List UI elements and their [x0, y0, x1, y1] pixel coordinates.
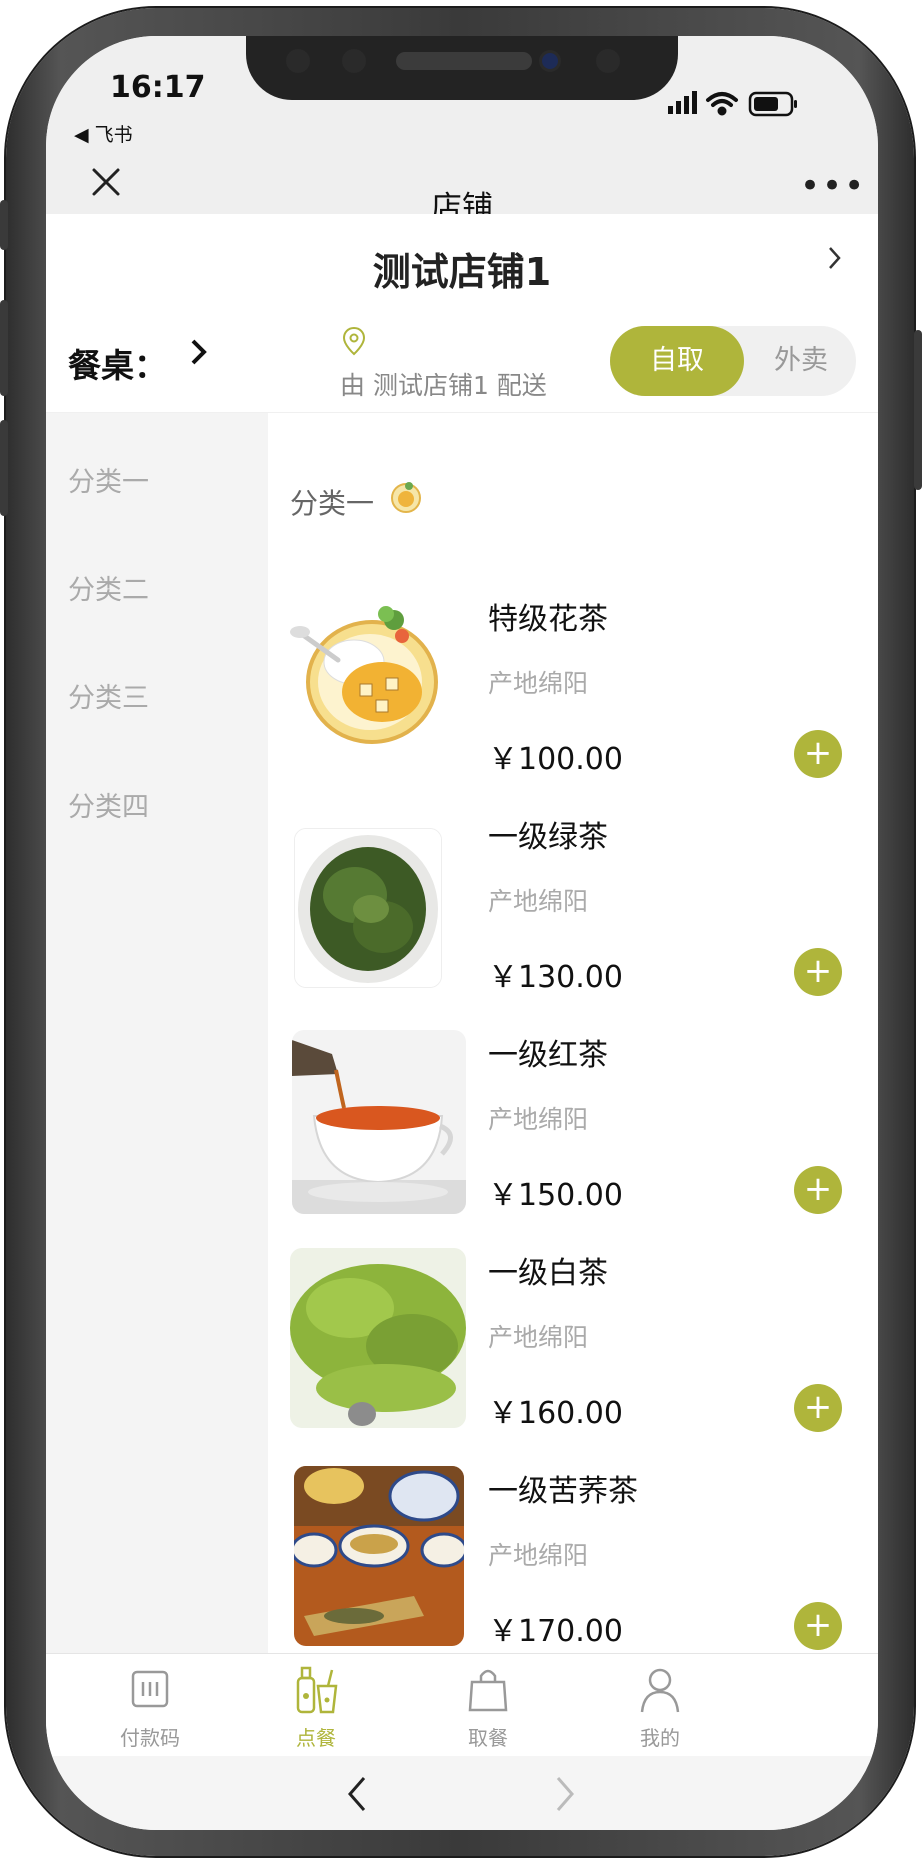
- tab-label: 我的: [640, 1726, 680, 1750]
- more-menu-button[interactable]: •••: [800, 166, 866, 206]
- wifi-icon: [706, 92, 738, 116]
- pickup-bag-icon: [468, 1669, 508, 1712]
- section-title: 分类一: [290, 487, 375, 520]
- category-item[interactable]: 分类三: [68, 676, 149, 715]
- add-to-cart-button[interactable]: +: [794, 1384, 842, 1432]
- item-name: 一级绿茶: [488, 820, 608, 855]
- category-item[interactable]: 分类二: [68, 568, 149, 607]
- item-price: ￥160.00: [488, 1396, 623, 1431]
- payment-code-icon: [131, 1670, 169, 1708]
- order-food-icon: [296, 1666, 338, 1714]
- food-bowl-icon: [391, 482, 421, 513]
- battery-icon: [748, 91, 797, 117]
- item-price: ￥170.00: [488, 1614, 623, 1649]
- add-to-cart-button[interactable]: +: [794, 730, 842, 778]
- item-price: ￥130.00: [488, 960, 623, 995]
- item-name: 特级花茶: [488, 602, 608, 637]
- signal-icon: [668, 91, 697, 114]
- sensor-dot: [342, 49, 366, 73]
- white-tea-image[interactable]: [290, 1248, 466, 1428]
- black-tea-image[interactable]: [292, 1030, 466, 1214]
- category-item[interactable]: 分类四: [68, 785, 149, 824]
- item-price: ￥100.00: [488, 742, 623, 777]
- sensor-dot: [286, 49, 310, 73]
- status-icons: [668, 91, 797, 117]
- phone-screen: 16:17 ◀ 飞书 店铺 ••• 测试店铺1 餐桌： 由 测试店铺1 配送 自…: [46, 36, 878, 1830]
- power-button: [914, 330, 922, 490]
- table-label[interactable]: 餐桌：: [68, 339, 167, 387]
- item-origin: 产地绵阳: [488, 887, 589, 916]
- profile-icon: [640, 1668, 680, 1713]
- table-chevron-icon[interactable]: [188, 336, 212, 368]
- sensor-dot: [596, 49, 620, 73]
- shop-name: 测试店铺1: [372, 250, 552, 294]
- buckwheat-tea-image[interactable]: [294, 1466, 464, 1646]
- speaker: [396, 52, 532, 70]
- food-image[interactable]: [290, 596, 442, 748]
- back-arrow-icon[interactable]: [342, 1772, 372, 1816]
- mute-switch: [0, 200, 8, 250]
- location-pin-icon: [342, 326, 366, 356]
- item-origin: 产地绵阳: [488, 1105, 589, 1134]
- front-camera: [542, 53, 558, 69]
- item-name: 一级苦荞茶: [488, 1474, 638, 1509]
- green-tea-image[interactable]: [294, 828, 442, 988]
- add-to-cart-button[interactable]: +: [794, 1166, 842, 1214]
- volume-up-button: [0, 300, 8, 396]
- forward-arrow-icon[interactable]: [550, 1772, 580, 1816]
- back-to-app-link[interactable]: ◀ 飞书: [74, 120, 133, 147]
- tab-profile[interactable]: 我的: [556, 1656, 764, 1752]
- item-price: ￥150.00: [488, 1178, 623, 1213]
- chevron-right-icon[interactable]: [826, 244, 844, 272]
- volume-down-button: [0, 420, 8, 516]
- item-name: 一级白茶: [488, 1256, 608, 1291]
- category-item[interactable]: 分类一: [68, 460, 149, 499]
- add-to-cart-button[interactable]: +: [794, 1602, 842, 1650]
- item-origin: 产地绵阳: [488, 669, 589, 698]
- status-time: 16:17: [110, 70, 206, 105]
- takeout-mode-button[interactable]: 外卖: [746, 326, 856, 396]
- item-origin: 产地绵阳: [488, 1541, 589, 1570]
- pickup-mode-button[interactable]: 自取: [610, 326, 744, 396]
- item-name: 一级红茶: [488, 1038, 608, 1073]
- delivery-info: 由 测试店铺1 配送: [340, 371, 547, 400]
- browser-nav-bar: [46, 1756, 878, 1830]
- item-origin: 产地绵阳: [488, 1323, 589, 1352]
- add-to-cart-button[interactable]: +: [794, 948, 842, 996]
